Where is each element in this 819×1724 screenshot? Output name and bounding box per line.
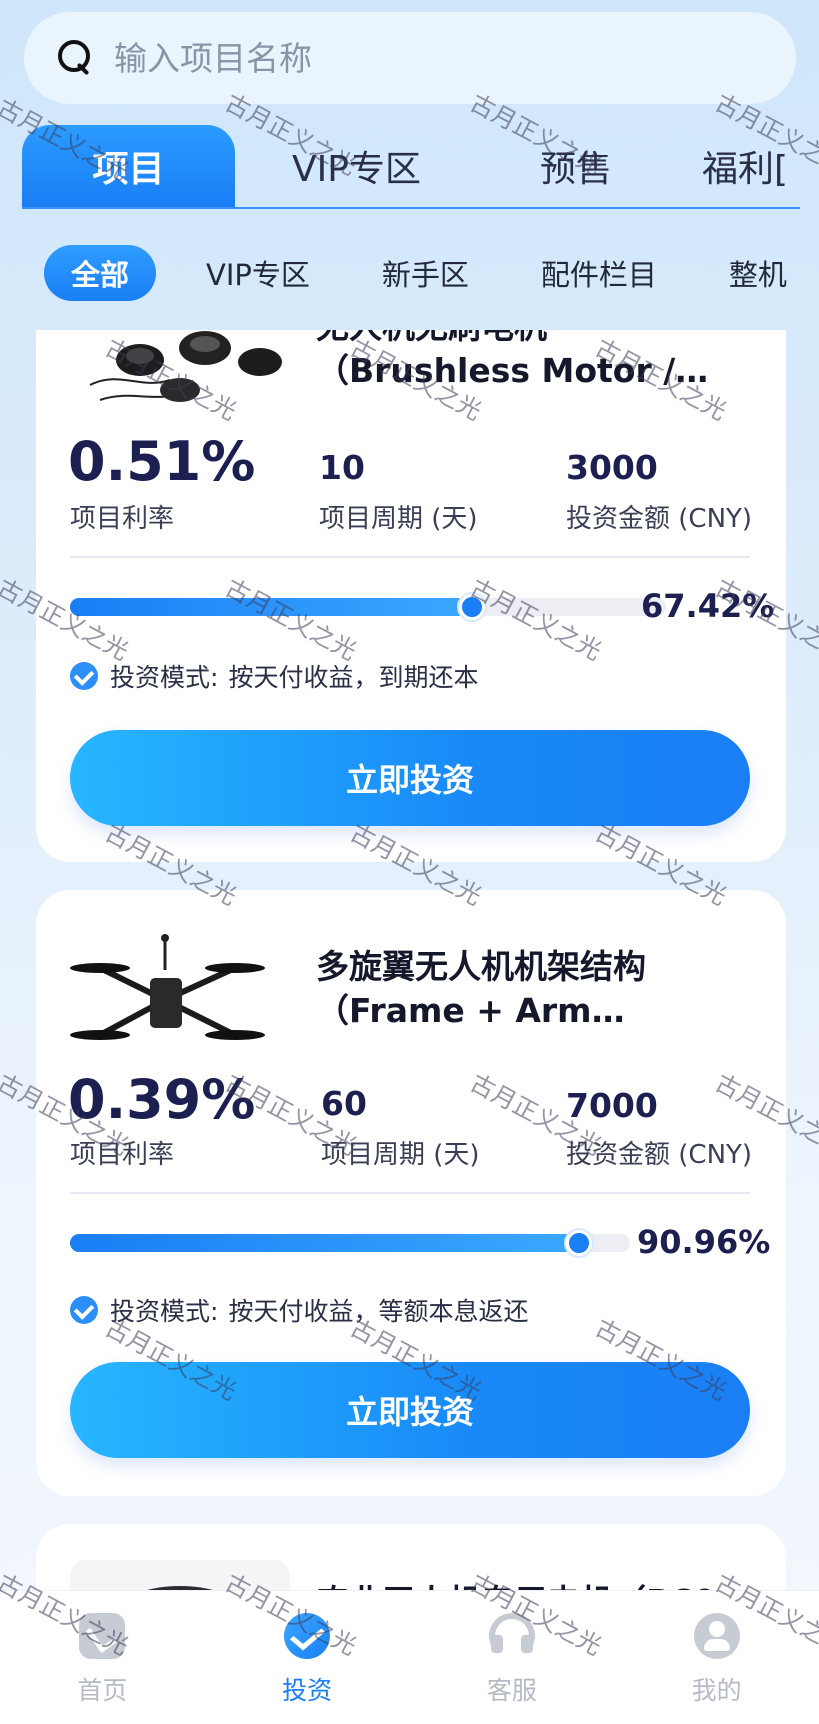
chip-vip[interactable]: VIP专区: [206, 245, 310, 301]
brushless-motor-image: [89, 331, 282, 402]
amount-label: 投资金额 (CNY): [566, 504, 753, 534]
check-circle-icon: [70, 1296, 98, 1324]
product-list[interactable]: 无人机无刷电机 （Brushless Motor /… 0.51% 项目利率 1…: [0, 330, 819, 1590]
period-value: 10: [319, 448, 365, 487]
nav-home-label: 首页: [77, 1676, 128, 1705]
search-icon: [56, 38, 96, 78]
progress-bar: [70, 594, 666, 620]
product-title[interactable]: 农业无人机专用电机（P60: [316, 1580, 756, 1590]
home-icon: [79, 1613, 126, 1659]
amount-label: 投资金额 (CNY): [566, 1140, 753, 1170]
product-title-line2: （Frame + Arm…: [316, 991, 625, 1030]
period-value: 60: [321, 1084, 367, 1123]
progress-fill: [70, 598, 472, 616]
category-tabs: 项目 VIP专区 预售 福利[: [22, 125, 800, 209]
invest-now-button[interactable]: 立即投资: [70, 730, 750, 826]
rate-label: 项目利率: [70, 504, 175, 534]
investment-mode: 投资模式: 按天付收益，等额本息返还: [70, 1292, 528, 1328]
product-title[interactable]: 多旋翼无人机机架结构 （Frame + Arm…: [316, 945, 756, 1033]
invest-icon: [284, 1613, 331, 1659]
progress-bar: [70, 1230, 630, 1256]
period-label: 项目周期 (天): [321, 1140, 480, 1170]
product-title[interactable]: 无人机无刷电机 （Brushless Motor /…: [316, 330, 756, 393]
search-input[interactable]: [114, 38, 714, 78]
progress-percent: 67.42%: [641, 587, 775, 625]
bottom-tab-bar: 首页 投资 客服 我的: [0, 1590, 819, 1724]
divider: [70, 1192, 750, 1194]
nav-invest-label: 投资: [282, 1676, 333, 1705]
chip-accessories[interactable]: 配件栏目: [541, 245, 657, 301]
search-bar[interactable]: [24, 12, 796, 104]
product-title-line1: 无人机无刷电机: [316, 330, 547, 346]
drone-frame-image: [70, 934, 265, 1040]
rate-value: 0.51%: [68, 430, 256, 493]
tab-vip[interactable]: VIP专区: [235, 125, 478, 207]
nav-service-label: 客服: [486, 1676, 537, 1705]
nav-profile[interactable]: 我的: [614, 1591, 819, 1724]
mode-prefix: 投资模式:: [110, 663, 219, 692]
mode-text: 按天付收益，到期还本: [228, 663, 479, 692]
chip-complete-machine[interactable]: 整机: [729, 245, 787, 301]
filter-chips: 全部 VIP专区 新手区 配件栏目 整机: [44, 245, 814, 301]
mode-text: 按天付收益，等额本息返还: [228, 1297, 529, 1326]
nav-service[interactable]: 客服: [410, 1591, 615, 1724]
tab-projects[interactable]: 项目: [22, 125, 235, 207]
investment-mode: 投资模式: 按天付收益，到期还本: [70, 658, 478, 694]
divider: [70, 556, 750, 558]
nav-home[interactable]: 首页: [0, 1591, 205, 1724]
headset-icon: [488, 1613, 535, 1659]
period-label: 项目周期 (天): [319, 504, 478, 534]
rate-label: 项目利率: [70, 1140, 175, 1170]
product-title-line1: 农业无人机专用电机（P60: [316, 1582, 716, 1590]
progress-knob: [566, 1230, 593, 1256]
profile-icon: [693, 1613, 740, 1659]
tab-welfare[interactable]: 福利[: [674, 125, 800, 207]
nav-profile-label: 我的: [691, 1676, 742, 1705]
chip-newbie[interactable]: 新手区: [382, 245, 469, 301]
progress-fill: [70, 1234, 580, 1252]
check-circle-icon: [70, 662, 98, 690]
chip-all[interactable]: 全部: [44, 245, 156, 301]
progress-knob: [458, 594, 485, 620]
nav-invest[interactable]: 投资: [205, 1591, 410, 1724]
product-card: 无人机无刷电机 （Brushless Motor /… 0.51% 项目利率 1…: [36, 330, 786, 862]
product-title-line2: （Brushless Motor /…: [316, 351, 709, 390]
amount-value: 3000: [566, 448, 658, 487]
rate-value: 0.39%: [68, 1068, 256, 1131]
agricultural-motor-image: [70, 1560, 290, 1590]
progress-percent: 90.96%: [637, 1223, 771, 1261]
mode-prefix: 投资模式:: [110, 1297, 219, 1326]
amount-value: 7000: [566, 1086, 658, 1125]
tab-presale[interactable]: 预售: [478, 125, 674, 207]
product-card: 农业无人机专用电机（P60: [36, 1524, 786, 1590]
invest-now-button[interactable]: 立即投资: [70, 1362, 750, 1458]
product-title-line1: 多旋翼无人机机架结构: [316, 947, 646, 986]
product-card: 多旋翼无人机机架结构 （Frame + Arm… 0.39% 项目利率 60 项…: [36, 890, 786, 1496]
